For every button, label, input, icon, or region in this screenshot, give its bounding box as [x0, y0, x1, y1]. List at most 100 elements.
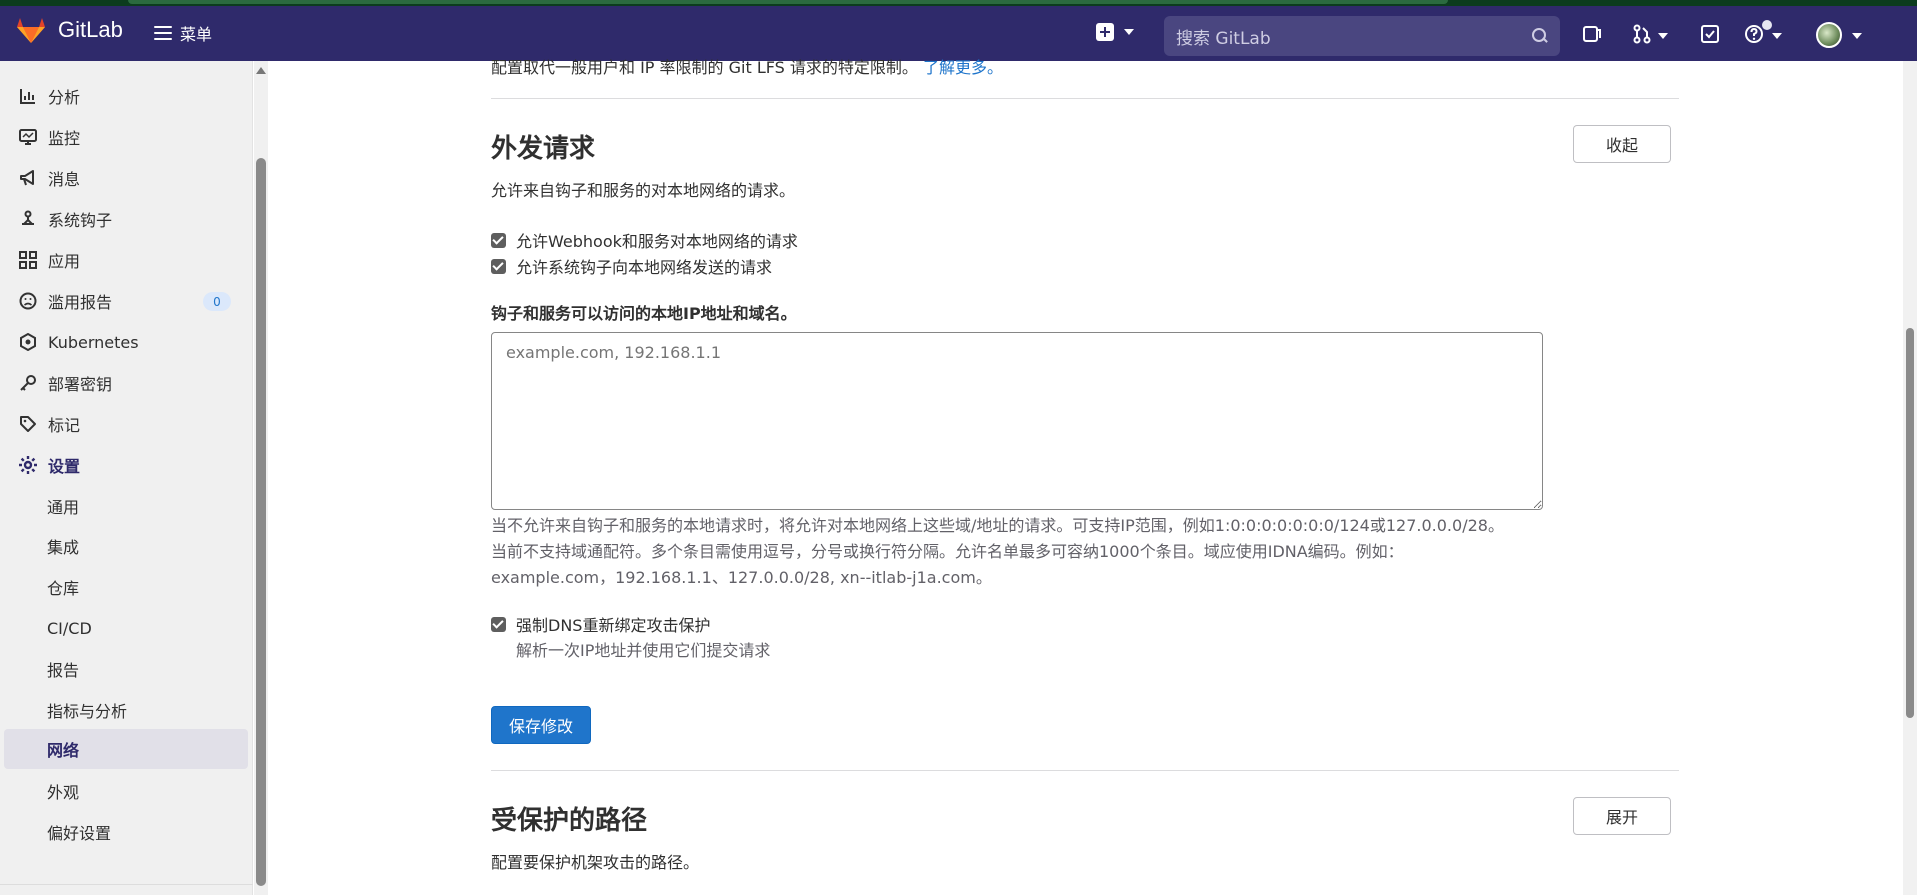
- local-allowlist-label: 钩子和服务可以访问的本地IP地址和域名。: [491, 304, 797, 323]
- key-icon: [18, 373, 38, 393]
- sidebar-item-messages[interactable]: 消息: [0, 160, 253, 196]
- menu-button[interactable]: 菜单: [154, 21, 212, 45]
- lfs-description: 配置取代一般用户和 IP 率限制的 Git LFS 请求的特定限制。 了解更多。: [491, 54, 1003, 78]
- menu-label: 菜单: [180, 25, 213, 44]
- sidebar-item-monitoring[interactable]: 监控: [0, 119, 253, 155]
- sidebar-item-label: 仓库: [47, 579, 80, 598]
- dns-rebinding-help: 解析一次IP地址并使用它们提交请求: [516, 641, 771, 660]
- apps-icon: [18, 250, 38, 270]
- user-avatar[interactable]: [1816, 22, 1842, 48]
- sidebar-item-label: 分析: [48, 88, 81, 107]
- sidebar-item-applications[interactable]: 应用: [0, 242, 253, 278]
- protected-paths-title: 受保护的路径: [491, 806, 648, 836]
- sidebar-item-deploy-keys[interactable]: 部署密钥: [0, 365, 253, 401]
- allow-system-hooks-checkbox[interactable]: [491, 258, 506, 274]
- sidebar: 分析 监控 消息 系统钩子 应用 滥用报告 0 Kubernetes 部署密钥 …: [0, 61, 253, 895]
- section-divider: [491, 770, 1679, 771]
- help-line-1: 当不允许来自钩子和服务的本地请求时，将允许对本地网络上这些域/地址的请求。可支持…: [491, 516, 1504, 535]
- dns-rebinding-checkbox-row[interactable]: 强制DNS重新绑定攻击保护: [491, 612, 710, 636]
- sidebar-subitem-cicd[interactable]: CI/CD: [0, 610, 253, 646]
- help-icon[interactable]: [1744, 24, 1764, 44]
- gear-icon: [18, 455, 38, 475]
- kubernetes-icon: [18, 332, 38, 352]
- sidebar-item-label: 网络: [47, 741, 80, 760]
- help-line-3: example.com，192.168.1.1、127.0.0.0/28, xn…: [491, 568, 992, 587]
- sidebar-item-label: 指标与分析: [47, 702, 128, 721]
- sidebar-subitem-repository[interactable]: 仓库: [0, 569, 253, 605]
- sidebar-bottom-divider: [0, 884, 253, 885]
- gitlab-logo-icon: [16, 16, 46, 44]
- chevron-down-icon[interactable]: [1852, 33, 1862, 39]
- sidebar-item-abuse-reports[interactable]: 滥用报告 0: [0, 283, 253, 319]
- chart-icon: [18, 86, 38, 106]
- search-placeholder: 搜索 GitLab: [1176, 28, 1271, 49]
- sidebar-subitem-preferences[interactable]: 偏好设置: [0, 814, 253, 850]
- abuse-count-badge: 0: [203, 292, 231, 311]
- outbound-section-description: 允许来自钩子和服务的对本地网络的请求。: [491, 181, 796, 200]
- sidebar-subitem-metrics[interactable]: 指标与分析: [0, 692, 253, 728]
- brand-name: GitLab: [58, 17, 123, 42]
- help-line-2: 当前不支持域通配符。多个条目需使用逗号，分号或换行符分隔。允许名单最多可容纳10…: [491, 542, 1404, 561]
- sidebar-item-label: 集成: [47, 538, 80, 557]
- sidebar-item-settings[interactable]: 设置: [0, 447, 253, 483]
- outbound-section-title: 外发请求: [491, 134, 596, 164]
- sidebar-item-system-hooks[interactable]: 系统钩子: [0, 201, 253, 237]
- notification-dot: [1762, 20, 1772, 30]
- sidebar-item-label: 滥用报告: [48, 293, 113, 312]
- sidebar-item-label: 通用: [47, 498, 80, 517]
- browser-tab-strip: [128, 0, 1448, 4]
- chevron-down-icon: [1124, 29, 1134, 35]
- lfs-description-text: 配置取代一般用户和 IP 率限制的 Git LFS 请求的特定限制。: [491, 58, 918, 77]
- issues-icon[interactable]: [1582, 24, 1602, 44]
- sidebar-item-labels[interactable]: 标记: [0, 406, 253, 442]
- allow-webhook-checkbox-row[interactable]: 允许Webhook和服务对本地网络的请求: [491, 228, 798, 252]
- plus-square-icon: [1096, 23, 1114, 41]
- sidebar-subitem-general[interactable]: 通用: [0, 488, 253, 524]
- collapse-button[interactable]: 收起: [1573, 125, 1671, 163]
- protected-paths-description: 配置要保护机架攻击的路径。: [491, 853, 700, 872]
- monitor-icon: [18, 127, 38, 147]
- sidebar-item-label: 应用: [48, 252, 81, 271]
- sidebar-item-label: 系统钩子: [48, 211, 113, 230]
- search-input[interactable]: 搜索 GitLab: [1164, 16, 1560, 56]
- chevron-down-icon[interactable]: [1772, 33, 1782, 39]
- sidebar-item-kubernetes[interactable]: Kubernetes: [0, 324, 253, 360]
- sidebar-item-label: Kubernetes: [48, 332, 139, 352]
- sidebar-item-label: 设置: [48, 457, 81, 476]
- search-icon: [1532, 28, 1548, 44]
- bullhorn-icon: [18, 168, 38, 188]
- sidebar-item-label: 偏好设置: [47, 824, 112, 843]
- scroll-up-arrow-icon[interactable]: [256, 67, 266, 74]
- page-scrollbar-thumb[interactable]: [1906, 328, 1914, 718]
- save-changes-button[interactable]: 保存修改: [491, 706, 591, 744]
- sidebar-subitem-reporting[interactable]: 报告: [0, 651, 253, 687]
- allow-system-hooks-label: 允许系统钩子向本地网络发送的请求: [516, 258, 773, 277]
- local-allowlist-textarea[interactable]: [491, 332, 1543, 510]
- sidebar-subitem-integrations[interactable]: 集成: [0, 528, 253, 564]
- allow-webhook-checkbox[interactable]: [491, 232, 506, 248]
- sidebar-item-label: 消息: [48, 170, 81, 189]
- abuse-icon: [18, 291, 38, 311]
- dns-rebinding-checkbox[interactable]: [491, 616, 506, 632]
- create-new-button[interactable]: [1096, 23, 1134, 41]
- sidebar-item-label: 部署密钥: [48, 375, 113, 394]
- sidebar-item-analytics[interactable]: 分析: [0, 78, 253, 114]
- merge-request-icon[interactable]: [1632, 24, 1652, 44]
- dns-rebinding-label: 强制DNS重新绑定攻击保护: [516, 616, 711, 635]
- sidebar-subitem-appearance[interactable]: 外观: [0, 773, 253, 809]
- chevron-down-icon[interactable]: [1658, 33, 1668, 39]
- learn-more-link[interactable]: 了解更多。: [923, 58, 1003, 77]
- label-icon: [18, 414, 38, 434]
- sidebar-scrollbar-thumb[interactable]: [256, 158, 266, 886]
- sidebar-item-label: CI/CD: [47, 618, 92, 638]
- sidebar-subitem-network[interactable]: 网络: [4, 729, 248, 769]
- allow-system-hooks-checkbox-row[interactable]: 允许系统钩子向本地网络发送的请求: [491, 254, 772, 278]
- brand[interactable]: GitLab: [16, 16, 123, 44]
- todo-icon[interactable]: [1700, 24, 1720, 44]
- expand-button[interactable]: 展开: [1573, 797, 1671, 835]
- sidebar-item-label: 外观: [47, 783, 80, 802]
- allow-webhook-label: 允许Webhook和服务对本地网络的请求: [516, 232, 798, 251]
- section-divider: [491, 98, 1679, 99]
- hook-icon: [18, 209, 38, 229]
- allowlist-help-text: 当不允许来自钩子和服务的本地请求时，将允许对本地网络上这些域/地址的请求。可支持…: [491, 513, 1591, 591]
